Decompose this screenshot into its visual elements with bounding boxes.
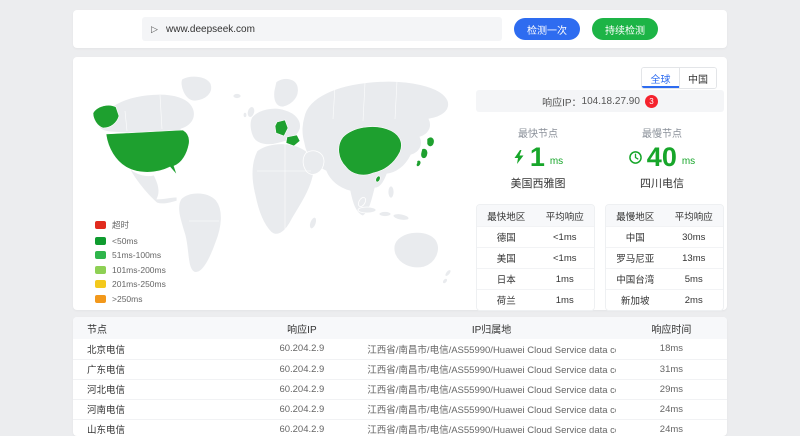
speed-test-page: { "toolbar": { "input_value": "www.deeps… (0, 0, 800, 436)
result-overview-card: 全球 中国 (73, 57, 727, 310)
response-ip-value: 104.18.27.90 (582, 96, 640, 107)
region-tables: 最快地区 平均响应 德国 <1ms 美国 <1ms 日本 1ms 荷兰 1m (476, 204, 724, 311)
legend-swatch-lt50 (95, 237, 106, 245)
lightning-icon (513, 150, 525, 164)
slowest-node-value: 40 (647, 142, 677, 172)
slowest-node-location: 四川电信 (600, 175, 724, 191)
table-row: 美国 <1ms (477, 247, 594, 268)
slowest-node-stat: 最慢节点 40 ms 四川电信 (600, 125, 724, 191)
legend-item: 超时 (95, 219, 166, 231)
play-icon: ▷ (151, 23, 158, 35)
table-row: 德国 <1ms (477, 226, 594, 247)
scope-tabs: 全球 中国 (641, 67, 717, 89)
table-row: 荷兰 1ms (477, 289, 594, 310)
search-toolbar: ▷ 检测一次 持续检测 (73, 10, 727, 48)
fastest-regions-table: 最快地区 平均响应 德国 <1ms 美国 <1ms 日本 1ms 荷兰 1m (476, 204, 595, 311)
slowest-node-unit: ms (682, 156, 695, 167)
table-row[interactable]: 广东电信 60.204.2.9 江西省/南昌市/电信/AS55990/Huawe… (73, 359, 727, 379)
check-once-button[interactable]: 检测一次 (514, 18, 580, 40)
legend-item: 51ms-100ms (95, 250, 166, 260)
node-results-table: 节点 响应IP IP归属地 响应时间 北京电信 60.204.2.9 江西省/南… (73, 317, 727, 436)
ip-count-badge[interactable]: 3 (645, 95, 658, 108)
slowest-node-title: 最慢节点 (600, 125, 724, 140)
table-row: 中国台湾 5ms (606, 268, 723, 289)
fastest-node-unit: ms (550, 156, 563, 167)
fastest-node-value: 1 (530, 142, 545, 172)
fastest-node-stat: 最快节点 1 ms 美国西雅图 (476, 125, 600, 191)
summary-panel: 响应IP： 104.18.27.90 3 最快节点 1 ms 美国西雅图 最慢节… (476, 90, 724, 311)
clock-icon (629, 151, 642, 164)
tab-global[interactable]: 全球 (642, 68, 679, 88)
tab-china[interactable]: 中国 (679, 68, 716, 88)
continuous-check-button[interactable]: 持续检测 (592, 18, 658, 40)
table-header-row: 最快地区 平均响应 (477, 205, 594, 226)
legend-swatch-timeout (95, 221, 106, 229)
legend-swatch-gt250 (95, 295, 106, 303)
table-row[interactable]: 山东电信 60.204.2.9 江西省/南昌市/电信/AS55990/Huawe… (73, 419, 727, 436)
legend-swatch-51-100 (95, 251, 106, 259)
table-row: 日本 1ms (477, 268, 594, 289)
response-ip-bar: 响应IP： 104.18.27.90 3 (476, 90, 724, 112)
table-row: 新加坡 2ms (606, 289, 723, 310)
table-row[interactable]: 河南电信 60.204.2.9 江西省/南昌市/电信/AS55990/Huawe… (73, 399, 727, 419)
table-row: 中国 30ms (606, 226, 723, 247)
map-legend: 超时 <50ms 51ms-100ms 101ms-200ms 201ms-25… (95, 219, 166, 304)
table-row[interactable]: 河北电信 60.204.2.9 江西省/南昌市/电信/AS55990/Huawe… (73, 379, 727, 399)
fastest-node-location: 美国西雅图 (476, 175, 600, 191)
table-row[interactable]: 北京电信 60.204.2.9 江西省/南昌市/电信/AS55990/Huawe… (73, 339, 727, 359)
legend-item: >250ms (95, 294, 166, 304)
legend-item: 101ms-200ms (95, 265, 166, 275)
node-stats: 最快节点 1 ms 美国西雅图 最慢节点 40 (476, 125, 724, 191)
response-ip-label: 响应IP： (542, 94, 581, 109)
legend-item: <50ms (95, 236, 166, 246)
slowest-regions-table: 最慢地区 平均响应 中国 30ms 罗马尼亚 13ms 中国台湾 5ms 新加坡 (605, 204, 724, 311)
table-header-row: 节点 响应IP IP归属地 响应时间 (73, 317, 727, 339)
legend-item: 201ms-250ms (95, 279, 166, 289)
legend-swatch-201-250 (95, 280, 106, 288)
node-results-card: 节点 响应IP IP归属地 响应时间 北京电信 60.204.2.9 江西省/南… (73, 317, 727, 436)
url-input-wrap: ▷ (142, 17, 502, 41)
fastest-node-title: 最快节点 (476, 125, 600, 140)
table-row: 罗马尼亚 13ms (606, 247, 723, 268)
url-input[interactable] (142, 17, 502, 41)
table-header-row: 最慢地区 平均响应 (606, 205, 723, 226)
legend-swatch-101-200 (95, 266, 106, 274)
